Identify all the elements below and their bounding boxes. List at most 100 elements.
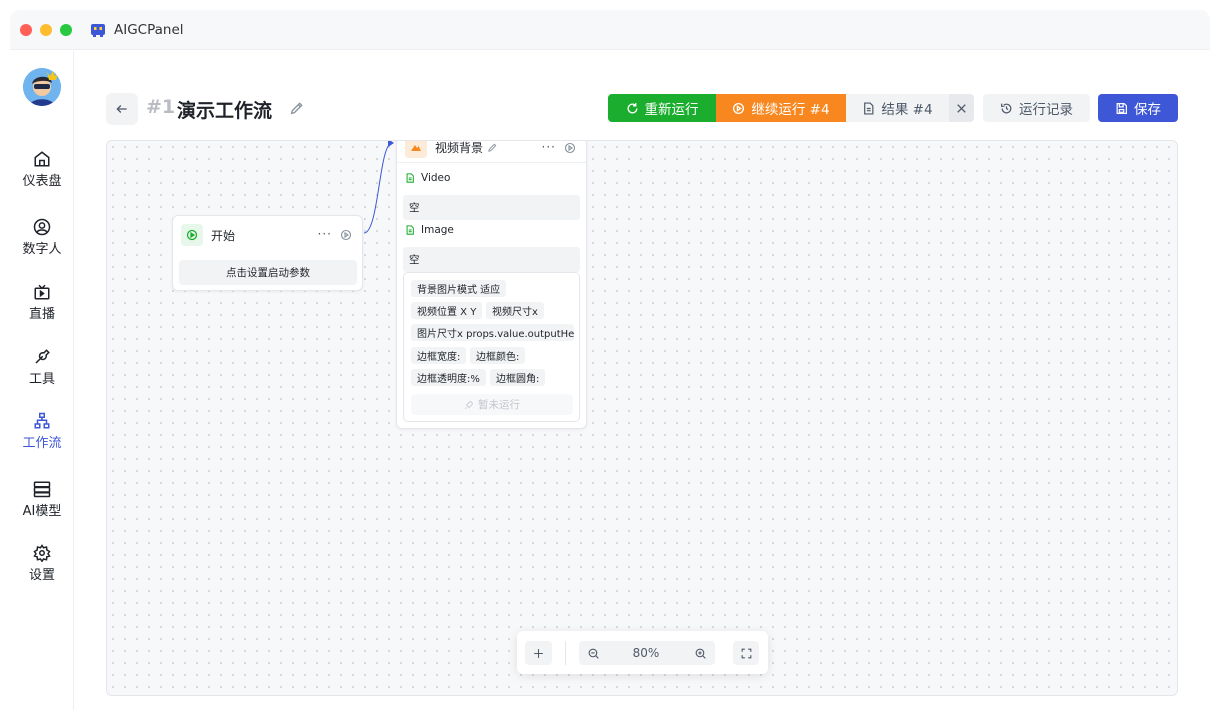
- rocket-icon: [464, 400, 473, 409]
- config-tag: 边框圆角:: [490, 369, 546, 386]
- app-window: AIGCPanel 仪表盘 数字人 直播 工具 工作流 AI模型 设置 #1 演…: [10, 10, 1210, 710]
- avatar-image-icon: [23, 68, 61, 106]
- rerun-label: 重新运行: [644, 102, 699, 118]
- sidebar-item-tools[interactable]: 工具: [10, 348, 74, 400]
- workflow-editor: #1 演示工作流 重新运行 继续运行 #4 结果 #4 运行记录 保存 开始 ·…: [75, 51, 1210, 710]
- config-tag: 边框透明度:%: [411, 369, 486, 386]
- wrench-icon: [35, 349, 50, 364]
- refresh-icon: [627, 102, 638, 113]
- edit-title-icon[interactable]: [289, 100, 305, 116]
- run-history-button[interactable]: 运行记录: [983, 94, 1090, 122]
- workflow-canvas[interactable]: 开始 ··· 点击设置启动参数 视频背景 ··· Video 空 Image 空…: [106, 140, 1178, 696]
- zoom-level: 80%: [607, 641, 685, 665]
- run-history-label: 运行记录: [1019, 102, 1073, 118]
- start-node-title: 开始: [211, 228, 236, 243]
- video-node-title: 视频背景: [435, 140, 484, 155]
- save-button[interactable]: 保存: [1098, 94, 1178, 122]
- sidebar-item-label: 直播: [28, 307, 55, 322]
- sidebar-item-digital-human[interactable]: 数字人: [10, 218, 74, 270]
- config-tag: 边框宽度:: [411, 347, 467, 364]
- file-icon: [406, 173, 414, 183]
- fullscreen-icon: [741, 648, 751, 658]
- play-icon: [181, 224, 203, 246]
- video-background-node[interactable]: 视频背景 ··· Video 空 Image 空 背景图片模式 适应 视频位置 …: [396, 140, 587, 429]
- zoom-out-button[interactable]: [579, 641, 607, 665]
- sidebar-item-label: 仪表盘: [22, 174, 62, 189]
- divider: [397, 162, 586, 163]
- app-title: AIGCPanel: [114, 21, 184, 38]
- zoom-in-icon: [695, 648, 706, 659]
- video-port-value: 空: [403, 195, 580, 220]
- result-button[interactable]: 结果 #4: [846, 94, 949, 122]
- maximize-window-button[interactable]: [60, 23, 72, 36]
- sidebar-item-label: 数字人: [22, 242, 62, 257]
- config-tag: 图片尺寸x props.value.outputHeight: [411, 324, 574, 341]
- close-result-button[interactable]: [949, 94, 974, 122]
- zoom-in-button[interactable]: [685, 641, 715, 665]
- sidebar-item-live[interactable]: 直播: [10, 283, 74, 335]
- config-tag: 视频位置 X Y: [411, 302, 483, 319]
- rerun-button[interactable]: 重新运行: [608, 94, 716, 122]
- user-circle-icon: [33, 218, 51, 236]
- divider: [565, 641, 566, 665]
- workflow-index: #1: [146, 96, 176, 118]
- sidebar-item-label: 工具: [28, 372, 55, 387]
- close-icon: [957, 103, 966, 113]
- port-label-text: Video: [421, 172, 451, 184]
- set-start-params-button[interactable]: 点击设置启动参数: [179, 260, 357, 285]
- continue-run-label: 继续运行 #4: [751, 102, 830, 118]
- zoom-controls: 80%: [517, 631, 768, 674]
- start-node[interactable]: 开始 ··· 点击设置启动参数: [172, 215, 363, 291]
- zoom-out-icon: [588, 648, 599, 659]
- run-node-icon[interactable]: [564, 142, 576, 154]
- sidebar-item-workflow[interactable]: 工作流: [10, 412, 74, 464]
- mountain-icon: [405, 141, 427, 158]
- video-port-label: Video: [405, 172, 450, 184]
- arrow-left-icon: [116, 105, 127, 113]
- sidebar: 仪表盘 数字人 直播 工具 工作流 AI模型 设置: [10, 51, 74, 710]
- workflow-icon: [34, 412, 50, 429]
- app-logo-icon: [91, 23, 105, 37]
- sidebar-item-label: 设置: [28, 568, 55, 583]
- sidebar-item-label: AI模型: [22, 504, 62, 519]
- node-config-panel: 背景图片模式 适应 视频位置 X Y 视频尺寸x 图片尺寸x props.val…: [403, 272, 580, 422]
- sidebar-item-dashboard[interactable]: 仪表盘: [10, 150, 74, 202]
- config-tag: 视频尺寸x: [486, 302, 544, 319]
- node-status: 暂未运行: [411, 394, 573, 415]
- server-icon: [33, 481, 51, 498]
- minimize-window-button[interactable]: [40, 23, 52, 36]
- more-options-icon[interactable]: ···: [542, 141, 556, 154]
- add-node-button[interactable]: [525, 641, 552, 665]
- page-title: 演示工作流: [177, 100, 273, 122]
- edit-node-icon[interactable]: [487, 142, 498, 153]
- run-node-icon[interactable]: [340, 229, 352, 241]
- more-options-icon[interactable]: ···: [318, 227, 332, 241]
- window-controls: [20, 23, 72, 36]
- avatar[interactable]: [23, 68, 61, 106]
- file-icon: [406, 225, 414, 235]
- sidebar-item-settings[interactable]: 设置: [10, 544, 74, 596]
- config-tag: 边框颜色:: [470, 347, 526, 364]
- home-icon: [34, 151, 50, 167]
- sidebar-item-label: 工作流: [22, 436, 62, 451]
- config-tag: 背景图片模式 适应: [411, 280, 507, 297]
- title-bar: AIGCPanel: [10, 10, 1210, 50]
- plus-icon: [534, 648, 543, 658]
- node-status-text: 暂未运行: [478, 399, 520, 411]
- save-label: 保存: [1134, 102, 1161, 118]
- play-circle-icon: [733, 102, 745, 114]
- image-port-value: 空: [403, 247, 580, 272]
- gear-icon: [33, 544, 51, 562]
- port-label-text: Image: [421, 224, 454, 236]
- document-icon: [864, 101, 874, 115]
- image-port-label: Image: [405, 224, 454, 236]
- close-window-button[interactable]: [20, 23, 32, 36]
- history-icon: [1001, 103, 1012, 113]
- continue-run-button[interactable]: 继续运行 #4: [716, 94, 846, 122]
- save-icon: [1116, 102, 1127, 114]
- result-label: 结果 #4: [881, 102, 933, 118]
- back-button[interactable]: [106, 93, 138, 125]
- fit-view-button[interactable]: [733, 641, 759, 665]
- video-node-header: 视频背景 ···: [405, 140, 580, 158]
- sidebar-item-ai-model[interactable]: AI模型: [10, 480, 74, 532]
